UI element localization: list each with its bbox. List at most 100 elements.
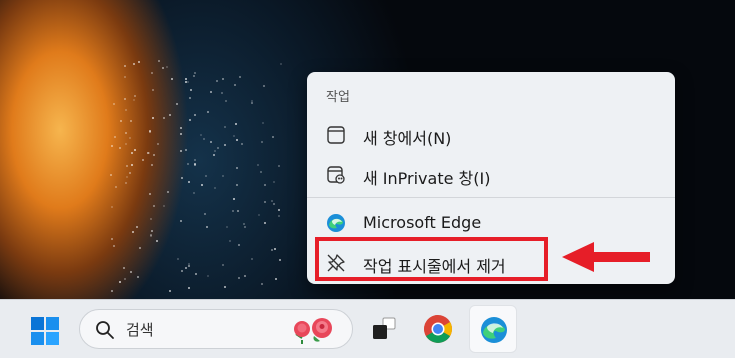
wallpaper-sparkle [123,64,126,67]
wallpaper-sparkle [166,66,169,69]
wallpaper-sparkle [137,276,140,279]
wallpaper-sparkle [278,209,281,212]
wallpaper-sparkle [206,274,209,277]
wallpaper-sparkle [148,130,151,133]
menu-item-new-window[interactable]: 새 창에서(N) [307,116,675,154]
edge-icon [481,317,507,343]
wallpaper-sparkle [233,198,236,201]
wallpaper-sparkle [112,244,115,247]
wallpaper-sparkle [199,133,202,136]
wallpaper-sparkle [233,84,236,87]
wallpaper-sparkle [124,76,127,79]
wallpaper-sparkle [225,226,228,229]
wallpaper-sparkle [171,78,174,81]
wallpaper-sparkle [158,60,161,62]
wallpaper-sparkle [229,239,232,242]
wallpaper-sparkle [277,164,280,167]
wallpaper-sparkle [188,96,191,99]
wallpaper-sparkle [136,226,139,229]
wallpaper-sparkle [180,176,183,179]
wallpaper-sparkle [114,186,117,189]
wallpaper-sparkle [217,147,220,150]
wallpaper-sparkle [132,62,135,65]
wallpaper-sparkle [235,139,238,142]
wallpaper-sparkle [274,247,277,250]
wallpaper-sparkle [189,119,192,122]
wallpaper-sparkle [155,240,158,243]
wallpaper-sparkle [279,259,282,262]
wallpaper-sparkle [177,257,180,260]
search-icon [96,321,114,339]
wallpaper-sparkle [256,163,259,166]
chrome-icon [424,315,452,343]
wallpaper-sparkle [237,243,240,246]
wallpaper-sparkle [179,126,182,129]
wallpaper-sparkle [224,125,227,128]
task-view-icon [373,317,396,339]
wallpaper-sparkle [231,210,234,213]
wallpaper-sparkle [124,109,127,112]
wallpaper-sparkle [147,151,150,154]
wallpaper-sparkle [125,142,128,145]
wallpaper-sparkle [278,214,281,217]
wallpaper-sparkle [184,77,187,80]
wallpaper-sparkle [193,191,196,194]
wallpaper-sparkle [125,182,128,185]
windows-logo-icon[interactable] [30,316,60,346]
wallpaper-sparkle [200,184,203,187]
wallpaper-sparkle [130,119,133,122]
wallpaper-sparkle [180,133,183,136]
wallpaper-sparkle [130,164,133,167]
wallpaper-sparkle [205,174,208,177]
wallpaper-sparkle [125,165,128,168]
wallpaper-sparkle [151,71,154,74]
wallpaper-sparkle [233,135,236,138]
wallpaper-sparkle [274,277,277,280]
taskbar-chrome[interactable] [414,305,462,353]
wallpaper-sparkle [114,136,117,139]
wallpaper-sparkle [180,150,183,153]
wallpaper-sparkle [111,237,114,240]
wallpaper-sparkle [148,192,151,195]
wallpaper-sparkle [153,204,156,207]
wallpaper-sparkle [162,204,165,207]
wallpaper-sparkle [213,150,216,153]
wallpaper-sparkle [129,137,132,140]
wallpaper-sparkle [133,98,136,101]
wallpaper-sparkle [176,103,179,106]
wallpaper-sparkle [212,154,215,157]
wallpaper-sparkle [216,80,219,83]
wallpaper-sparkle [123,266,126,269]
wallpaper-sparkle [194,164,197,167]
wallpaper-sparkle [142,158,145,161]
wallpaper-sparkle [180,220,183,223]
wallpaper-sparkle [260,170,263,173]
wallpaper-sparkle [131,151,134,154]
wallpaper-sparkle [118,146,121,149]
wallpaper-sparkle [151,88,154,91]
taskbar-task-view[interactable] [360,305,408,353]
wallpaper-sparkle [189,89,192,92]
wallpaper-sparkle [151,164,154,167]
wallpaper-sparkle [210,141,213,144]
wallpaper-sparkle [119,120,122,123]
wallpaper-sparkle [152,116,155,119]
wallpaper-sparkle [193,72,196,75]
wallpaper-sparkle [138,247,141,250]
wallpaper-sparkle [202,137,205,140]
wallpaper-sparkle [205,225,208,228]
wallpaper-sparkle [131,231,134,234]
wallpaper-sparkle [149,233,152,236]
menu-item-new-inprivate-window[interactable]: 새 InPrivate 창(I) [307,156,675,194]
window-icon [327,126,345,144]
wallpaper-sparkle [125,176,128,179]
wallpaper-sparkle [261,140,263,143]
taskbar-search-box[interactable]: 검색 [79,309,353,349]
wallpaper-sparkle [238,75,241,78]
menu-divider [307,197,675,198]
wallpaper-sparkle [184,81,187,84]
wallpaper-sparkle [272,136,275,139]
wallpaper-sparkle [186,163,189,166]
taskbar-edge[interactable] [469,305,517,353]
wallpaper-sparkle [187,264,190,267]
